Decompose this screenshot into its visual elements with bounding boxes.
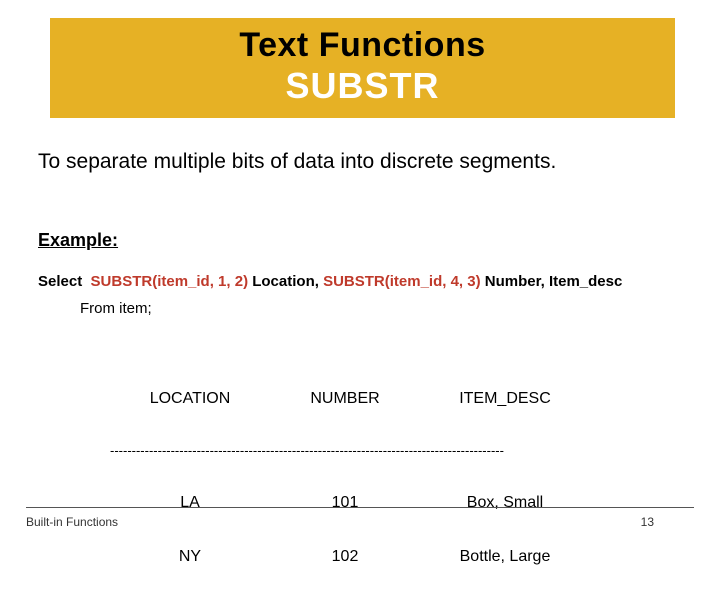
- query-text-2: Number, Item_desc: [481, 273, 623, 290]
- footer-divider: [26, 507, 694, 508]
- table-header: NUMBER: [270, 390, 420, 408]
- table-header: ITEM_DESC: [420, 390, 590, 408]
- table-cell: Box, Small: [420, 494, 590, 512]
- title-line-2: SUBSTR: [50, 65, 675, 107]
- table-cell: LA: [110, 494, 270, 512]
- table-row: LA 101 Box, Small: [110, 494, 590, 512]
- substr-call-1: SUBSTR(item_id, 1, 2): [91, 273, 249, 290]
- query-text-1: Location,: [248, 273, 323, 290]
- table-cell: 102: [270, 548, 420, 566]
- table-cell: NY: [110, 548, 270, 566]
- footer-left-text: Built-in Functions: [26, 515, 118, 529]
- table-row: NY 102 Bottle, Large: [110, 548, 590, 566]
- slide: Text Functions SUBSTR To separate multip…: [0, 0, 720, 540]
- result-table: LOCATION NUMBER ITEM_DESC --------------…: [110, 354, 590, 602]
- sql-query-line-1: Select SUBSTR(item_id, 1, 2) Location, S…: [38, 273, 622, 290]
- substr-call-2: SUBSTR(item_id, 4, 3): [323, 273, 481, 290]
- sql-query-line-2: From item;: [80, 300, 152, 317]
- select-keyword: Select: [38, 273, 91, 290]
- description-text: To separate multiple bits of data into d…: [38, 150, 556, 174]
- example-heading: Example:: [38, 230, 118, 251]
- table-cell: 101: [270, 494, 420, 512]
- title-line-1: Text Functions: [50, 26, 675, 65]
- page-number: 13: [641, 515, 654, 529]
- table-header: LOCATION: [110, 390, 270, 408]
- from-rest: item;: [115, 300, 152, 317]
- title-banner: Text Functions SUBSTR: [50, 18, 675, 118]
- table-header-row: LOCATION NUMBER ITEM_DESC: [110, 390, 590, 408]
- table-cell: Bottle, Large: [420, 548, 590, 566]
- from-keyword: From: [80, 300, 115, 317]
- table-separator: ----------------------------------------…: [110, 444, 590, 458]
